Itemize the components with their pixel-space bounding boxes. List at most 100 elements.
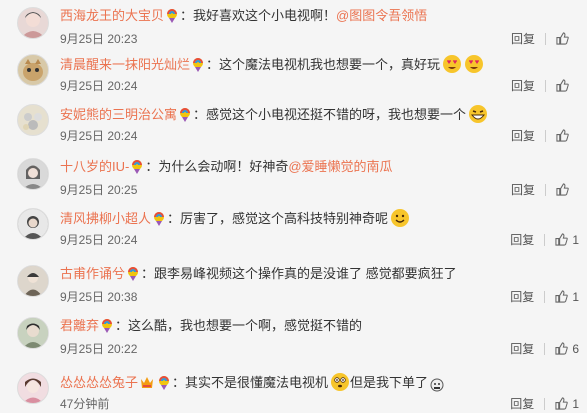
comment-actions: 回复 1 — [510, 288, 579, 305]
comment-item: 古甫作诵兮 ：跟李易峰视频这个操作真的是没谁了 感觉都要疯狂了 9月25日 20:… — [0, 258, 587, 311]
rainbow-badge-icon — [101, 318, 113, 337]
username-link[interactable]: 君離弃 — [60, 318, 99, 333]
like-button[interactable]: 1 — [555, 290, 579, 304]
heart-eyes-icon — [442, 54, 462, 78]
comment-item: 怂怂怂怂兔子 ：其实不是很懂魔法电视机 但是我下单了 47分钟前 回复 1 — [0, 365, 587, 413]
divider — [544, 290, 546, 303]
username-link[interactable]: 安妮熊的三明治公寓 — [60, 107, 177, 122]
comment-content: 安妮熊的三明治公寓 ：感觉这个小电视还挺不错的呀，我也想要一个 — [60, 104, 577, 128]
comment-text: ：厉害了，感觉这个高科技特别神奇呢 — [167, 211, 389, 226]
thumb-up-icon — [555, 233, 569, 246]
avatar[interactable] — [17, 265, 49, 297]
divider — [545, 79, 546, 92]
like-button[interactable] — [556, 79, 579, 92]
rainbow-badge-icon — [131, 159, 143, 178]
smile-icon — [390, 208, 410, 232]
divider — [544, 342, 546, 355]
thumb-up-icon — [555, 342, 569, 355]
comment-content: 怂怂怂怂兔子 ：其实不是很懂魔法电视机 但是我下单了 — [60, 372, 577, 396]
vip-badge-icon — [140, 375, 154, 394]
comment-text: ：其实不是很懂魔法电视机 — [172, 375, 329, 390]
comment-text: ：这么酷，我也想要一个啊，感觉挺不错的 — [115, 318, 363, 333]
comment-text: ：跟李易峰视频这个操作真的是没谁了 感觉都要疯狂了 — [141, 266, 457, 281]
comment-time: 9月25日 20:38 — [60, 290, 138, 304]
comment-content: 十八岁的IU- ：为什么会动啊！好神奇@爱睡懒觉的南瓜 — [60, 158, 577, 178]
divider — [545, 129, 546, 142]
comment-time: 9月25日 20:24 — [60, 79, 138, 93]
comment-actions: 回复 — [511, 30, 579, 47]
like-button[interactable] — [556, 129, 579, 142]
thumb-up-icon — [556, 79, 569, 92]
comment-text: ：为什么会动啊！好神奇 — [145, 159, 289, 174]
avatar[interactable] — [17, 7, 49, 39]
thumb-up-icon — [556, 183, 569, 196]
comment-time: 9月25日 20:24 — [60, 233, 138, 247]
flushed-icon — [330, 372, 350, 396]
comment-text-continued: 但是我下单了 — [350, 375, 429, 390]
reply-button[interactable]: 回复 — [511, 181, 535, 198]
like-button[interactable]: 1 — [555, 233, 579, 247]
comment-actions: 回复 — [511, 181, 579, 198]
username-link[interactable]: 十八岁的IU- — [60, 159, 129, 174]
comment-content: 西海龙王的大宝贝 ：我好喜欢这个小电视啊！@图图令吾领悟 — [60, 7, 577, 27]
comment-actions: 回复 — [511, 127, 579, 144]
thumb-up-icon — [556, 129, 569, 142]
reply-button[interactable]: 回复 — [511, 77, 535, 94]
avatar[interactable] — [17, 158, 49, 190]
comment-actions: 回复 1 — [510, 231, 579, 248]
username-link[interactable]: 古甫作诵兮 — [60, 266, 125, 281]
comment-text: ：感觉这个小电视还挺不错的呀，我也想要一个 — [193, 107, 467, 122]
username-link[interactable]: 西海龙王的大宝贝 — [60, 8, 164, 23]
reply-button[interactable]: 回复 — [510, 340, 534, 357]
thumb-up-icon — [555, 290, 569, 303]
comment-item: 安妮熊的三明治公寓 ：感觉这个小电视还挺不错的呀，我也想要一个 9月25日 20:… — [0, 97, 587, 152]
comment-item: 君離弃 ：这么酷，我也想要一个啊，感觉挺不错的 9月25日 20:22 回复 6 — [0, 310, 587, 366]
rainbow-badge-icon — [192, 57, 204, 76]
rainbow-badge-icon — [179, 107, 191, 126]
like-count: 1 — [572, 232, 579, 247]
like-button[interactable] — [556, 32, 579, 45]
divider — [545, 32, 546, 45]
avatar[interactable] — [17, 372, 49, 404]
rainbow-badge-icon — [153, 211, 165, 230]
thumb-up-icon — [556, 32, 569, 45]
avatar[interactable] — [17, 208, 49, 240]
comment-text: ：这个魔法电视机我也想要一个，真好玩 — [206, 57, 441, 72]
reply-button[interactable]: 回复 — [510, 395, 534, 412]
reply-button[interactable]: 回复 — [510, 288, 534, 305]
rainbow-badge-icon — [166, 8, 178, 27]
comment-item: 清风拂柳小超人 ：厉害了，感觉这个高科技特别神奇呢 9月25日 20:24 回复 … — [0, 201, 587, 259]
divider — [545, 183, 546, 196]
mention-link[interactable]: @图图令吾领悟 — [336, 8, 427, 23]
reply-button[interactable]: 回复 — [511, 30, 535, 47]
comment-time: 9月25日 20:25 — [60, 183, 138, 197]
grin-icon — [468, 104, 488, 128]
like-button[interactable] — [556, 183, 579, 196]
avatar[interactable] — [17, 317, 49, 349]
comment-content: 古甫作诵兮 ：跟李易峰视频这个操作真的是没谁了 感觉都要疯狂了 — [60, 265, 577, 285]
comment-item: 十八岁的IU- ：为什么会动啊！好神奇@爱睡懒觉的南瓜 9月25日 20:25 回… — [0, 151, 587, 202]
like-count: 1 — [572, 289, 579, 304]
comment-time: 47分钟前 — [60, 397, 110, 411]
divider — [544, 397, 546, 410]
comment-text: ：我好喜欢这个小电视啊！ — [180, 8, 337, 23]
comment-list: 西海龙王的大宝贝 ：我好喜欢这个小电视啊！@图图令吾领悟 9月25日 20:23 … — [0, 0, 587, 413]
avatar[interactable] — [17, 104, 49, 136]
comment-content: 君離弃 ：这么酷，我也想要一个啊，感觉挺不错的 — [60, 317, 577, 337]
username-link[interactable]: 怂怂怂怂兔子 — [60, 375, 138, 390]
username-link[interactable]: 清风拂柳小超人 — [60, 211, 151, 226]
thumb-up-icon — [555, 397, 569, 410]
reply-button[interactable]: 回复 — [510, 231, 534, 248]
comment-item: 清晨醒来一抹阳光灿烂 ：这个魔法电视机我也想要一个，真好玩 9月25日 20:24… — [0, 47, 587, 98]
username-link[interactable]: 清晨醒来一抹阳光灿烂 — [60, 57, 190, 72]
comment-content: 清风拂柳小超人 ：厉害了，感觉这个高科技特别神奇呢 — [60, 208, 577, 232]
reply-button[interactable]: 回复 — [511, 127, 535, 144]
avatar[interactable] — [17, 54, 49, 86]
comment-item: 西海龙王的大宝贝 ：我好喜欢这个小电视啊！@图图令吾领悟 9月25日 20:23 … — [0, 0, 587, 48]
rainbow-badge-icon — [158, 375, 170, 394]
like-button[interactable]: 6 — [555, 342, 579, 356]
like-count: 6 — [572, 341, 579, 356]
mention-link[interactable]: @爱睡懒觉的南瓜 — [288, 159, 392, 174]
like-button[interactable]: 1 — [555, 397, 579, 411]
scared-icon — [430, 378, 444, 396]
